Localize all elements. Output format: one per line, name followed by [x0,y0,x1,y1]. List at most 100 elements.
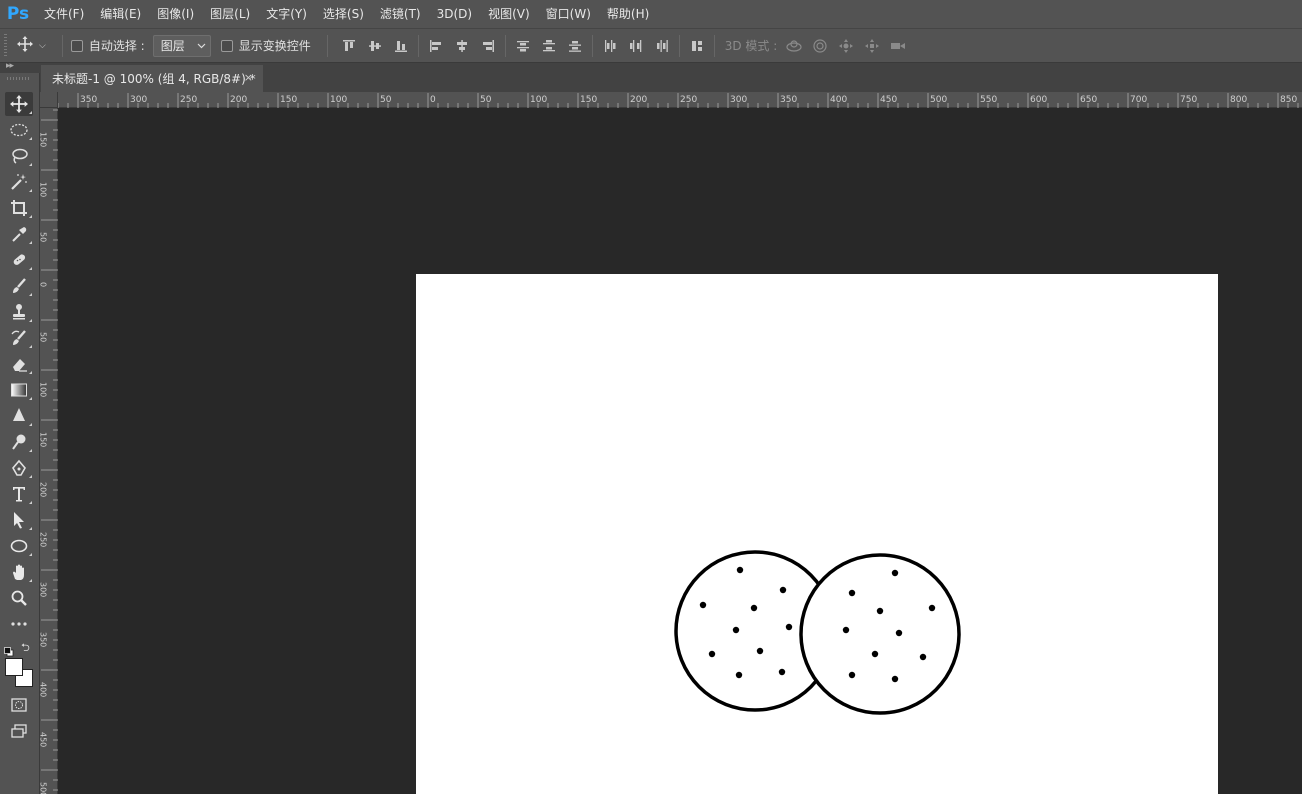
show-transform-controls-checkbox[interactable]: 显示变换控件 [220,37,311,54]
vertical-ruler[interactable]: 15010050050100150200250300350400450500 [39,108,58,794]
ellipse-tool-icon[interactable] [5,534,33,558]
foreground-color-swatch[interactable] [5,658,23,676]
align-bottom-icon[interactable] [388,33,414,59]
toolbar-collapse-bar[interactable]: ▸▸ [0,61,40,73]
magic-wand-icon[interactable] [5,170,33,194]
options-bar-grip[interactable] [4,33,7,58]
artwork-two-dotted-circles [674,550,961,715]
roll-3d-icon[interactable] [807,33,833,59]
divider [61,34,63,57]
ruler-label: 150 [580,95,597,105]
divider [591,34,593,57]
auto-select-label: 自动选择 : [88,39,145,53]
hand-icon[interactable] [5,560,33,584]
camera-3d-icon[interactable] [885,33,911,59]
auto-select-checkbox[interactable]: 自动选择 : [70,37,145,54]
menu-item[interactable]: 帮助(H) [599,0,657,28]
menu-item[interactable]: 文件(F) [36,0,92,28]
default-colors-icon[interactable] [4,642,14,657]
auto-select-target-value: 图层 [160,39,185,53]
distribute-left-icon[interactable] [597,33,623,59]
ruler-label: 50 [380,95,392,105]
pan-3d-icon[interactable] [833,33,859,59]
more-tools-icon[interactable] [5,612,33,636]
quick-mask-icon[interactable] [5,693,33,717]
distribute-vertical-center-icon[interactable] [536,33,562,59]
menu-item[interactable]: 图像(I) [149,0,202,28]
auto-align-layers-icon[interactable] [684,33,710,59]
horizontal-ruler[interactable]: 350 300 250 200 150 100 50 0 50 100 150 200 250 300 35… [57,92,1302,108]
close-icon[interactable]: × [244,71,253,84]
distribute-right-icon[interactable] [649,33,675,59]
menu-item[interactable]: 图层(L) [202,0,258,28]
gradient-icon[interactable] [5,378,33,402]
menu-item[interactable]: 窗口(W) [538,0,599,28]
eraser-icon[interactable] [5,352,33,376]
align-right-icon[interactable] [475,33,501,59]
ruler-label: 100 [40,382,48,397]
menu-item[interactable]: 3D(D) [429,0,480,28]
ruler-label: 150 [280,95,297,105]
ruler-label: 750 [1180,95,1197,105]
menu-bar: Ps 文件(F) 编辑(E) 图像(I) 图层(L) 文字(Y) 选择(S) 滤镜(T) 3D… [0,0,1302,28]
ruler-label: 650 [1080,95,1097,105]
move-tool-icon [17,35,33,56]
ruler-label: 700 [1130,95,1147,105]
collapse-arrows-icon[interactable]: ▸▸ [6,61,14,71]
tools-panel: ⮌ [0,73,40,794]
history-brush-icon[interactable] [5,326,33,350]
screen-mode-icon[interactable] [5,719,33,743]
divider [326,34,328,57]
align-left-icon[interactable] [423,33,449,59]
swap-colors-icon[interactable]: ⮌ [21,639,30,658]
ruler-label: 600 [1030,95,1047,105]
ruler-label: 400 [40,682,48,697]
healing-brush-icon[interactable] [5,248,33,272]
menu-item[interactable]: 选择(S) [315,0,372,28]
menu-item[interactable]: 编辑(E) [92,0,149,28]
checkbox-box[interactable] [70,39,83,52]
ruler-label: 50 [480,95,492,105]
tools-panel-grip[interactable] [7,77,31,80]
ruler-label: 50 [40,232,48,242]
menu-item[interactable]: 滤镜(T) [372,0,429,28]
options-bar: ⌵ 自动选择 : 图层 显示变换控件 3D 模式: [0,28,1302,63]
blur-icon[interactable] [5,404,33,428]
ruler-origin[interactable] [40,92,58,108]
zoom-icon[interactable] [5,586,33,610]
crop-icon[interactable] [5,196,33,220]
canvas-workspace[interactable] [58,108,1302,794]
text-tool-icon[interactable] [5,482,33,506]
move-tool-icon[interactable] [5,92,33,116]
ruler-label: 250 [180,95,197,105]
distribute-bottom-icon[interactable] [562,33,588,59]
path-selection-icon[interactable] [5,508,33,532]
lasso-icon[interactable] [5,144,33,168]
dodge-icon[interactable] [5,430,33,454]
ruler-label: 100 [330,95,347,105]
checkbox-box[interactable] [220,39,233,52]
auto-select-target-dropdown[interactable]: 图层 [152,34,211,57]
clone-stamp-icon[interactable] [5,300,33,324]
brush-icon[interactable] [5,274,33,298]
ruler-label: 500 [930,95,947,105]
orbit-3d-icon[interactable] [781,33,807,59]
menu-item[interactable]: 视图(V) [480,0,538,28]
ruler-label: 0 [40,282,48,287]
chevron-down-icon: ⌵ [39,40,46,51]
tool-preset-picker[interactable]: ⌵ [17,35,46,56]
eyedropper-icon[interactable] [5,222,33,246]
menu-item[interactable]: 文字(Y) [258,0,315,28]
ps-logo: Ps [6,4,30,24]
document-canvas[interactable] [416,274,1218,794]
slide-3d-icon[interactable] [859,33,885,59]
distribute-top-icon[interactable] [510,33,536,59]
align-top-icon[interactable] [336,33,362,59]
distribute-horizontal-center-icon[interactable] [623,33,649,59]
document-tab[interactable]: 未标题-1 @ 100% (组 4, RGB/8#) * × [41,65,263,92]
ruler-label: 250 [40,532,48,547]
align-vertical-center-icon[interactable] [362,33,388,59]
elliptical-marquee-icon[interactable] [5,118,33,142]
pen-icon[interactable] [5,456,33,480]
align-horizontal-center-icon[interactable] [449,33,475,59]
